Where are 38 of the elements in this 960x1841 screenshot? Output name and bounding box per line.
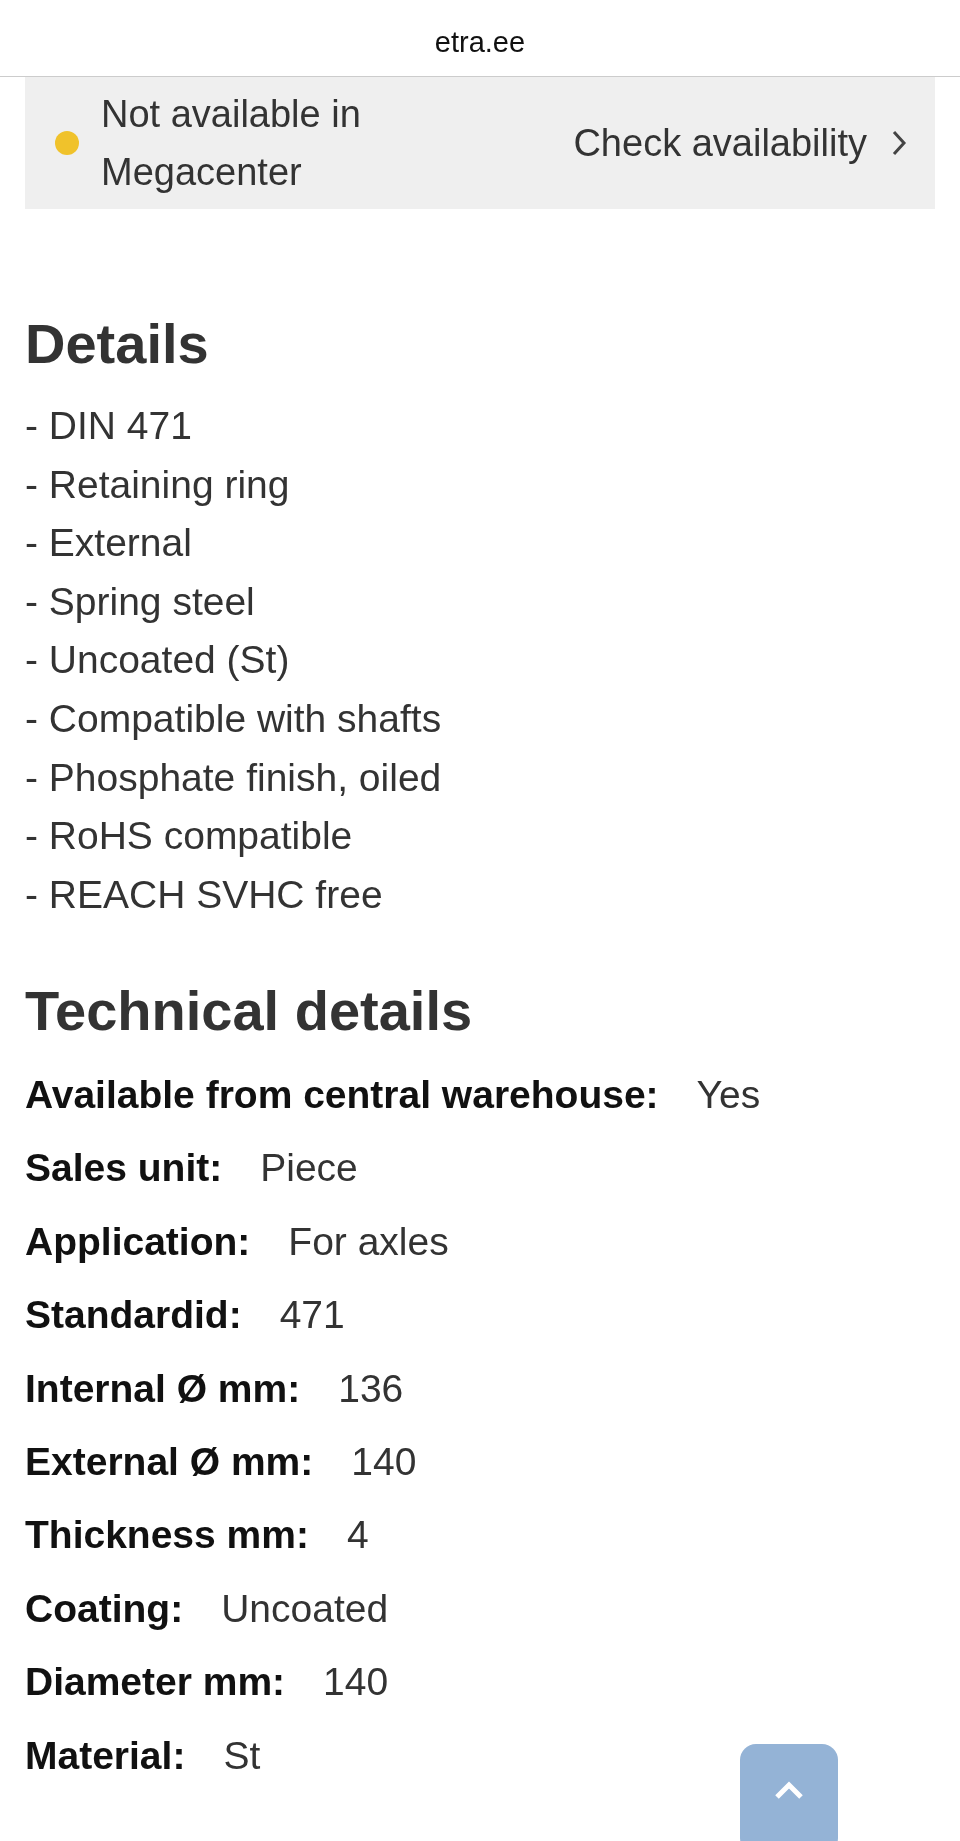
detail-item: - Uncoated (St) xyxy=(25,637,291,684)
spec-label: Available from central warehouse: xyxy=(25,1073,659,1118)
availability-status: Not available in Megacenter xyxy=(101,92,362,195)
detail-item: - REACH SVHC free xyxy=(25,871,384,918)
section-heading: Details xyxy=(25,311,210,377)
detail-item: - Spring steel xyxy=(25,578,256,625)
detail-item: - Phosphate finish, oiled xyxy=(25,754,443,801)
check-availability-link[interactable]: Check availability xyxy=(573,121,907,165)
spec-label: Standardid: xyxy=(25,1293,242,1338)
spec-value: 140 xyxy=(351,1440,417,1484)
detail-item: - DIN 471 xyxy=(25,403,193,449)
spec-label: Coating: xyxy=(25,1586,184,1631)
spec-value: 4 xyxy=(346,1513,369,1558)
section-heading: Technical details xyxy=(25,978,474,1045)
spec-value: Uncoated xyxy=(221,1586,389,1631)
scroll-to-top-button[interactable] xyxy=(740,1744,838,1841)
spec-label: External Ø mm: xyxy=(25,1440,314,1484)
detail-item: - External xyxy=(25,520,193,567)
spec-label: Material: xyxy=(25,1733,186,1778)
spec-label: Diameter mm: xyxy=(25,1660,286,1705)
spec-value: Piece xyxy=(260,1146,358,1191)
spec-value: 140 xyxy=(323,1660,389,1705)
spec-label: Sales unit: xyxy=(25,1146,223,1191)
spec-value: 136 xyxy=(338,1366,404,1411)
spec-value: 471 xyxy=(279,1293,345,1338)
status-dot xyxy=(55,131,79,155)
spec-value: Yes xyxy=(696,1073,761,1118)
spec-label: Application: xyxy=(25,1219,251,1264)
spec-label: Thickness mm: xyxy=(25,1513,309,1558)
detail-item: - Retaining ring xyxy=(25,461,291,508)
spec-value: St xyxy=(223,1733,261,1778)
caret-up-icon xyxy=(774,1780,804,1800)
spec-label: Internal Ø mm: xyxy=(25,1366,301,1411)
detail-item: - RoHS compatible xyxy=(25,813,354,860)
address-bar[interactable]: etra.ee xyxy=(434,17,526,59)
spec-value: For axles xyxy=(288,1219,449,1264)
chevron-right-icon xyxy=(891,129,907,157)
detail-item: - Compatible with shafts xyxy=(25,695,443,742)
